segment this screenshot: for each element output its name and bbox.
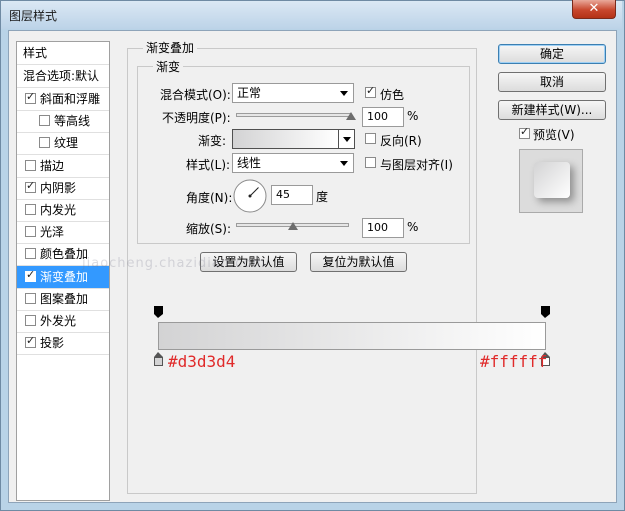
style-item[interactable]: 图案叠加 bbox=[17, 288, 109, 311]
styles-header-label: 样式 bbox=[23, 46, 48, 60]
style-item[interactable]: 斜面和浮雕 bbox=[17, 88, 109, 111]
cancel-button[interactable]: 取消 bbox=[498, 72, 606, 92]
style-item[interactable]: 内阴影 bbox=[17, 177, 109, 200]
align-layer-label: 与图层对齐(I) bbox=[380, 158, 453, 172]
angle-input[interactable]: 45 bbox=[271, 185, 313, 205]
style-item-checkbox[interactable] bbox=[25, 226, 36, 238]
opacity-slider-thumb[interactable] bbox=[346, 112, 356, 120]
opacity-percent: % bbox=[407, 109, 419, 123]
scale-label: 缩放(S): bbox=[186, 222, 232, 236]
end-color-label: #ffffff bbox=[480, 352, 548, 371]
opacity-input[interactable]: 100 bbox=[362, 107, 404, 127]
chevron-down-icon bbox=[340, 161, 348, 166]
start-color-label: #d3d3d4 bbox=[168, 352, 236, 371]
opacity-stop-left-square bbox=[154, 306, 163, 314]
style-item-checkbox[interactable] bbox=[39, 137, 50, 149]
style-item-checkbox[interactable] bbox=[25, 334, 36, 349]
styles-list: 样式 混合选项:默认 斜面和浮雕等高线纹理描边内阴影内发光光泽颜色叠加渐变叠加图… bbox=[16, 41, 110, 501]
style-item-checkbox[interactable] bbox=[25, 179, 36, 193]
gradient-picker-dropdown[interactable] bbox=[338, 129, 355, 149]
style-item-label: 投影 bbox=[40, 336, 65, 351]
angle-unit: 度 bbox=[316, 190, 329, 204]
style-item-checkbox[interactable] bbox=[25, 204, 36, 215]
style-item-label: 外发光 bbox=[40, 314, 77, 328]
style-item-checkbox[interactable] bbox=[39, 115, 50, 127]
opacity-stop-right-square bbox=[541, 306, 550, 314]
style-item[interactable]: 外发光 bbox=[17, 310, 109, 333]
dither-label: 仿色 bbox=[380, 88, 405, 102]
gradient-dropdown-arrow bbox=[339, 130, 354, 148]
color-stop-left-square bbox=[154, 357, 163, 366]
gradient-bar[interactable] bbox=[158, 322, 546, 350]
style-item-label: 等高线 bbox=[54, 114, 91, 129]
style-item-checkbox[interactable] bbox=[25, 292, 36, 304]
opacity-stop-left-tip bbox=[154, 314, 163, 318]
style-item[interactable]: 投影 bbox=[17, 332, 109, 356]
scale-input[interactable]: 100 bbox=[362, 218, 404, 238]
opacity-stop-right-tip bbox=[541, 314, 550, 318]
style-value: 线性 bbox=[237, 156, 262, 170]
preview-swatch bbox=[534, 162, 570, 198]
blend-mode-value: 正常 bbox=[237, 86, 262, 100]
scale-percent: % bbox=[407, 220, 419, 234]
style-item[interactable]: 光泽 bbox=[17, 221, 109, 245]
preview-checkbox[interactable] bbox=[519, 125, 530, 139]
watermark-text: jiaocheng.chazidian.com bbox=[82, 256, 266, 271]
style-item[interactable]: 等高线 bbox=[17, 110, 109, 134]
preview-label: 预览(V) bbox=[533, 128, 575, 142]
opacity-label: 不透明度(P): bbox=[162, 111, 231, 125]
blend-mode-select[interactable]: 正常 bbox=[232, 83, 354, 103]
ok-button[interactable]: 确定 bbox=[498, 44, 606, 64]
preview-thumbnail bbox=[519, 149, 583, 213]
gradient-picker-swatch[interactable] bbox=[232, 129, 339, 149]
style-item-label: 颜色叠加 bbox=[40, 247, 89, 262]
blend-options-item[interactable]: 混合选项:默认 bbox=[17, 65, 109, 88]
angle-dial[interactable] bbox=[232, 178, 268, 214]
angle-dial-center bbox=[248, 194, 252, 198]
style-item-label: 渐变叠加 bbox=[40, 269, 89, 284]
chevron-down-icon bbox=[343, 137, 351, 142]
opacity-stop-right[interactable] bbox=[541, 306, 550, 318]
angle-label: 角度(N): bbox=[186, 191, 233, 205]
opacity-slider[interactable] bbox=[236, 113, 351, 117]
window-title: 图层样式 bbox=[9, 9, 58, 23]
style-item-label: 内发光 bbox=[40, 203, 77, 217]
style-select[interactable]: 线性 bbox=[232, 153, 354, 173]
style-item-label: 描边 bbox=[40, 158, 65, 173]
styles-header[interactable]: 样式 bbox=[17, 42, 109, 65]
style-item-checkbox[interactable] bbox=[25, 315, 36, 326]
reset-default-button[interactable]: 复位为默认值 bbox=[310, 252, 407, 272]
new-style-button[interactable]: 新建样式(W)... bbox=[498, 100, 606, 120]
gradient-subgroup-title: 渐变 bbox=[153, 58, 184, 75]
reverse-label: 反向(R) bbox=[380, 134, 422, 148]
close-button[interactable]: ✕ bbox=[572, 0, 616, 19]
style-item-checkbox[interactable] bbox=[25, 248, 36, 260]
style-item-checkbox[interactable] bbox=[25, 90, 36, 104]
opacity-stop-left[interactable] bbox=[154, 306, 163, 318]
title-bar[interactable]: 图层样式 bbox=[1, 1, 622, 29]
style-label: 样式(L): bbox=[186, 158, 231, 172]
chevron-down-icon bbox=[340, 91, 348, 96]
style-item[interactable]: 纹理 bbox=[17, 132, 109, 156]
style-item-label: 斜面和浮雕 bbox=[40, 92, 101, 106]
gradient-overlay-title: 渐变叠加 bbox=[143, 39, 198, 56]
style-item[interactable]: 描边 bbox=[17, 155, 109, 178]
blend-mode-label: 混合模式(O): bbox=[160, 88, 231, 102]
scale-slider-thumb[interactable] bbox=[287, 222, 298, 230]
style-item-checkbox[interactable] bbox=[25, 268, 36, 282]
blend-options-label: 混合选项:默认 bbox=[23, 69, 100, 83]
style-item-checkbox[interactable] bbox=[25, 159, 36, 171]
gradient-label: 渐变: bbox=[198, 134, 227, 148]
style-item[interactable]: 内发光 bbox=[17, 199, 109, 222]
style-item-label: 图案叠加 bbox=[40, 291, 89, 306]
reverse-checkbox[interactable] bbox=[365, 133, 376, 144]
dither-checkbox[interactable] bbox=[365, 84, 376, 98]
style-item-label: 纹理 bbox=[54, 136, 79, 151]
style-item-label: 光泽 bbox=[40, 225, 65, 240]
style-item-label: 内阴影 bbox=[40, 180, 77, 195]
align-layer-checkbox[interactable] bbox=[365, 157, 376, 168]
color-stop-left[interactable] bbox=[154, 352, 163, 366]
